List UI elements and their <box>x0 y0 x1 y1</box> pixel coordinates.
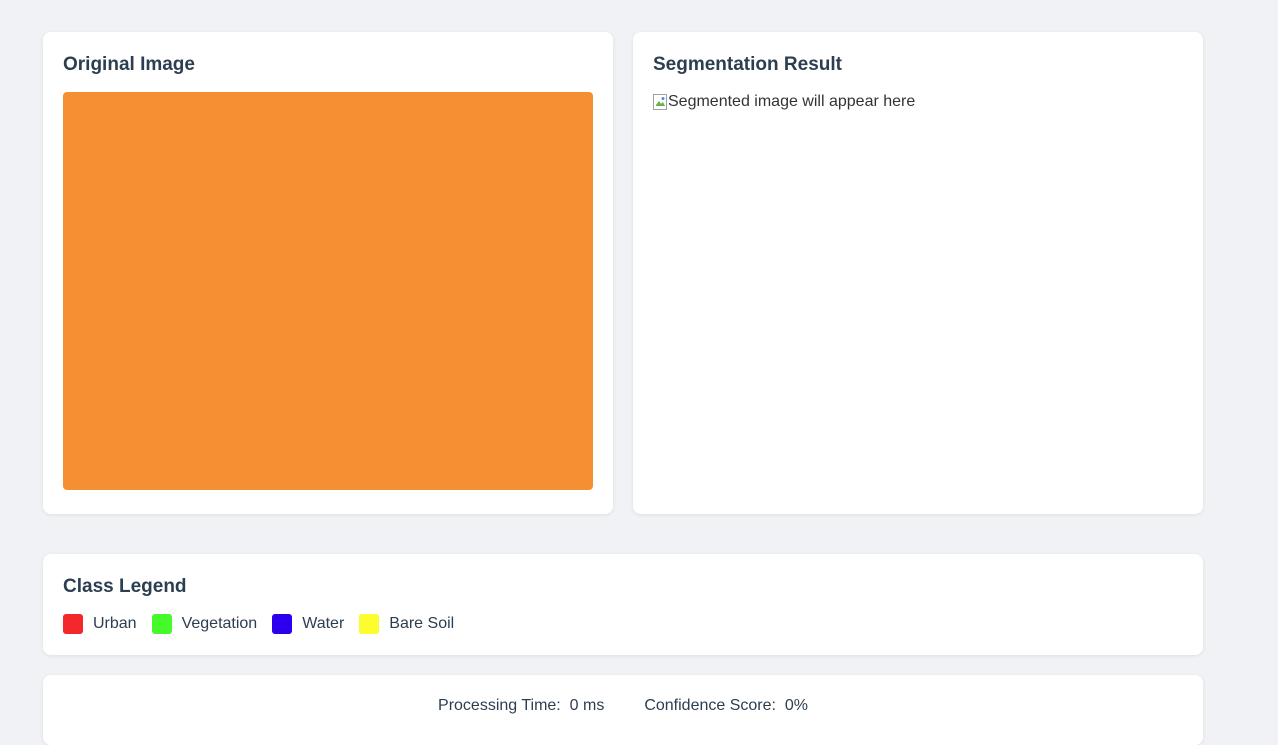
legend-swatch <box>151 614 172 634</box>
legend-item-bare-soil: Bare Soil <box>359 614 454 634</box>
original-image <box>63 92 593 490</box>
legend-label: Water <box>302 615 345 632</box>
confidence-score-label: Confidence Score: <box>644 697 776 714</box>
stats-row: Processing Time: 0 ms Confidence Score: … <box>43 697 1203 715</box>
original-image-card: Original Image <box>43 32 613 514</box>
legend-label: Vegetation <box>181 615 258 632</box>
legend-item-urban: Urban <box>63 614 137 634</box>
legend-swatch <box>272 614 293 634</box>
segmented-image: Segmented image will appear here <box>653 93 915 111</box>
class-legend-card: Class Legend Urban Vegetation Water Bare… <box>43 554 1203 655</box>
legend-label: Bare Soil <box>389 615 455 632</box>
confidence-score-value: 0% <box>784 697 808 714</box>
segmentation-result-title: Segmentation Result <box>653 54 842 75</box>
processing-time-label: Processing Time: <box>438 697 561 714</box>
legend-swatch <box>63 614 83 634</box>
processing-time: Processing Time: 0 ms <box>438 697 604 715</box>
stats-card: Processing Time: 0 ms Confidence Score: … <box>43 675 1203 745</box>
segmented-image-alt-text: Segmented image will appear here <box>668 93 916 110</box>
original-image-title: Original Image <box>63 54 195 75</box>
legend-swatch <box>359 614 380 634</box>
confidence-score: Confidence Score: 0% <box>644 697 808 715</box>
broken-image-icon <box>653 94 667 110</box>
segmentation-result-card: Segmentation Result Segmented image will… <box>633 32 1203 514</box>
legend-label: Urban <box>93 615 137 632</box>
legend-item-water: Water <box>272 614 344 634</box>
processing-time-value: 0 ms <box>569 697 605 714</box>
legend-list: Urban Vegetation Water Bare Soil <box>63 614 469 634</box>
class-legend-title: Class Legend <box>63 576 187 597</box>
legend-item-vegetation: Vegetation <box>151 614 258 634</box>
